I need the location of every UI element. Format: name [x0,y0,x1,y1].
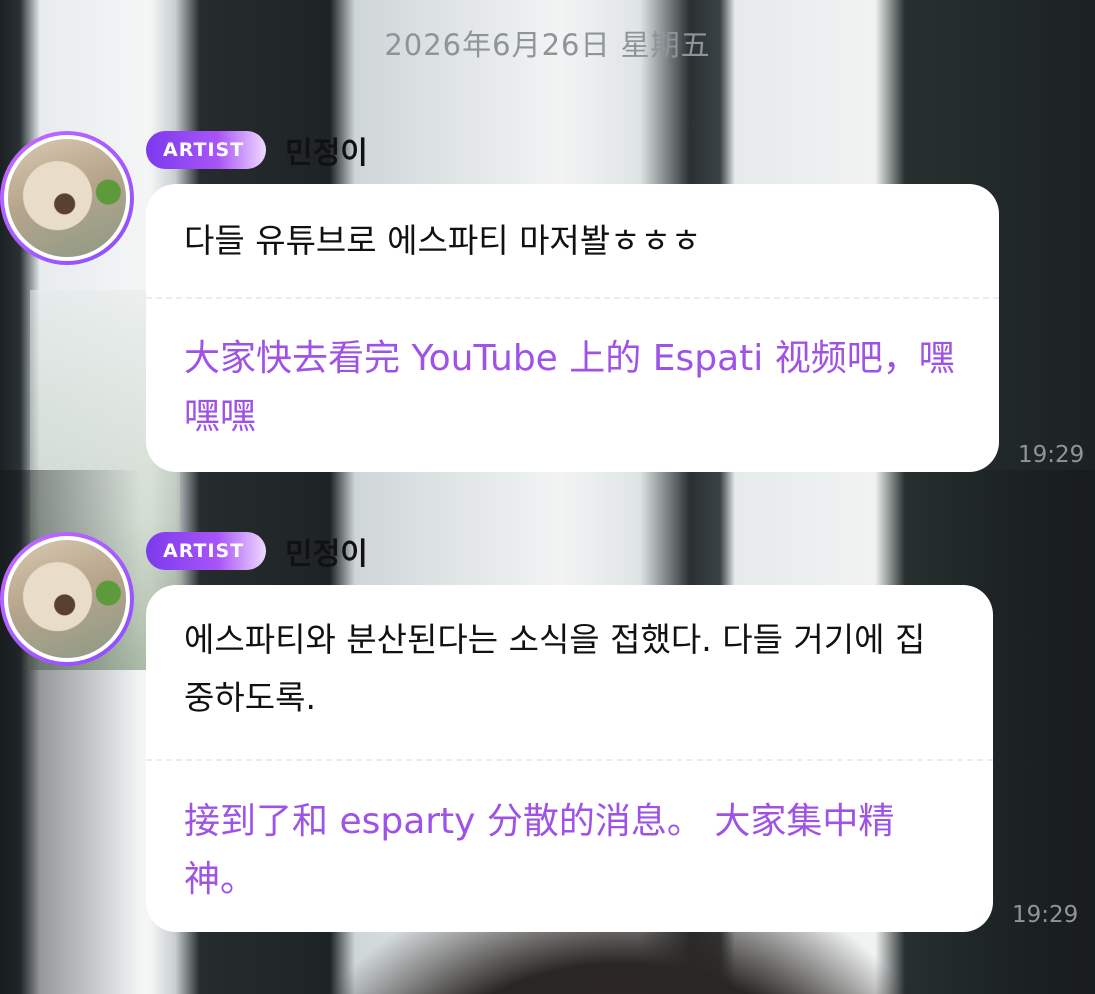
translation-divider [146,759,993,761]
sender-name[interactable]: 민정이 [285,529,368,573]
chat-screen: 2026年6月26日 星期五 ARTIST 민정이 다들 유튜브로 에스파티 마… [0,0,1095,994]
avatar-photo [4,135,130,261]
translated-text: 接到了和 esparty 分散的消息。 大家集中精神。 [184,801,895,900]
original-text: 다들 유튜브로 에스파티 마저봘ㅎㅎㅎ [184,221,702,260]
original-text: 에스파티와 분산된다는 소식을 접했다. 다들 거기에 집중하도록. [184,620,926,717]
translated-text: 大家快去看完 YouTube 上的 Espati 视频吧，嘿嘿嘿 [184,338,955,437]
avatar[interactable] [0,532,134,666]
translation-divider [146,297,999,299]
avatar[interactable] [0,131,134,265]
artist-badge: ARTIST [146,532,266,570]
message-time: 19:29 [1012,902,1079,928]
message-bubble[interactable]: 다들 유튜브로 에스파티 마저봘ㅎㅎㅎ 大家快去看完 YouTube 上的 Es… [146,184,999,472]
sender-name[interactable]: 민정이 [285,128,368,172]
message-time: 19:29 [1018,442,1085,468]
message-bubble[interactable]: 에스파티와 분산된다는 소식을 접했다. 다들 거기에 집중하도록. 接到了和 … [146,585,993,932]
artist-badge: ARTIST [146,131,266,169]
date-separator: 2026年6月26日 星期五 [384,28,711,62]
avatar-photo [4,536,130,662]
